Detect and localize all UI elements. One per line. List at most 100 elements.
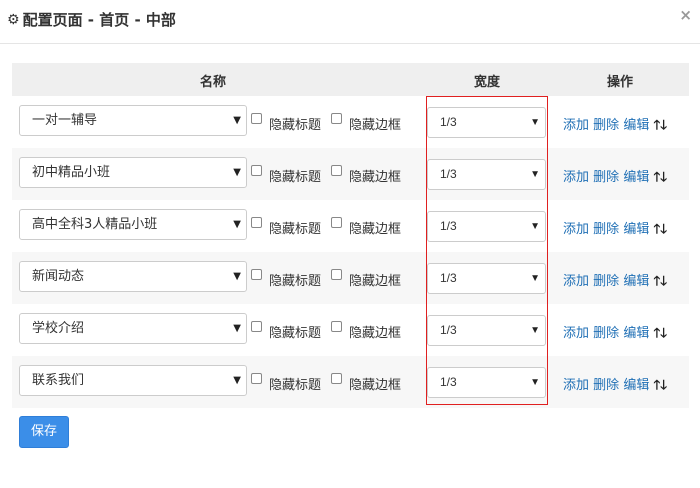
width-select-value: 1/3 bbox=[440, 271, 457, 285]
caret-down-icon: ▼ bbox=[530, 325, 540, 336]
edit-link[interactable]: 编辑 bbox=[623, 326, 649, 341]
hide-title-checkbox[interactable] bbox=[251, 269, 262, 280]
hide-title-checkbox[interactable] bbox=[251, 165, 262, 176]
hide-border-checkbox[interactable] bbox=[331, 321, 342, 332]
width-select[interactable]: 1/3 ▼ bbox=[427, 367, 546, 398]
modal-title: ⚙ 配置页面 - 首页 - 中部 bbox=[7, 9, 176, 30]
delete-link[interactable]: 删除 bbox=[593, 326, 619, 341]
caret-down-icon: ▼ bbox=[530, 377, 540, 388]
modal-title-text: 配置页面 - 首页 - 中部 bbox=[22, 11, 176, 29]
caret-down-icon: ▼ bbox=[233, 115, 241, 126]
hide-border-label: 隐藏边框 bbox=[349, 170, 402, 185]
arrow-down-icon[interactable]: 🡓 bbox=[660, 168, 667, 190]
caret-down-icon: ▼ bbox=[233, 219, 241, 230]
hide-border-checkbox[interactable] bbox=[331, 165, 342, 176]
arrow-up-icon[interactable]: 🡑 bbox=[653, 272, 660, 294]
edit-link[interactable]: 编辑 bbox=[623, 378, 649, 393]
width-select[interactable]: 1/3 ▼ bbox=[427, 159, 546, 190]
name-select[interactable]: 一对一辅导 ▼ bbox=[19, 105, 247, 136]
add-link[interactable]: 添加 bbox=[563, 326, 589, 341]
width-select-value: 1/3 bbox=[440, 219, 457, 233]
row-actions: 添加 删除 编辑 🡑🡓 bbox=[563, 270, 667, 294]
caret-down-icon: ▼ bbox=[530, 169, 540, 180]
add-link[interactable]: 添加 bbox=[563, 222, 589, 237]
row-actions: 添加 删除 编辑 🡑🡓 bbox=[563, 218, 667, 242]
name-select-value: 联系我们 bbox=[32, 373, 85, 388]
hide-border-label: 隐藏边框 bbox=[349, 378, 402, 393]
hide-title-label: 隐藏标题 bbox=[269, 378, 322, 393]
delete-link[interactable]: 删除 bbox=[593, 222, 619, 237]
arrow-down-icon[interactable]: 🡓 bbox=[660, 376, 667, 398]
name-select[interactable]: 学校介绍 ▼ bbox=[19, 313, 247, 344]
row-actions: 添加 删除 编辑 🡑🡓 bbox=[563, 114, 667, 138]
width-select[interactable]: 1/3 ▼ bbox=[427, 263, 546, 294]
hide-title-label: 隐藏标题 bbox=[269, 274, 322, 289]
caret-down-icon: ▼ bbox=[233, 323, 241, 334]
width-select[interactable]: 1/3 ▼ bbox=[427, 315, 546, 346]
name-select[interactable]: 高中全科3人精品小班 ▼ bbox=[19, 209, 247, 240]
arrow-up-icon[interactable]: 🡑 bbox=[653, 220, 660, 242]
name-select-value: 初中精品小班 bbox=[32, 165, 111, 180]
delete-link[interactable]: 删除 bbox=[593, 378, 619, 393]
hide-border-label: 隐藏边框 bbox=[349, 326, 402, 341]
row-actions: 添加 删除 编辑 🡑🡓 bbox=[563, 322, 667, 346]
hide-border-label: 隐藏边框 bbox=[349, 274, 402, 289]
hide-title-label: 隐藏标题 bbox=[269, 326, 322, 341]
arrow-up-icon[interactable]: 🡑 bbox=[653, 324, 660, 346]
add-link[interactable]: 添加 bbox=[563, 274, 589, 289]
delete-link[interactable]: 删除 bbox=[593, 274, 619, 289]
hide-border-checkbox[interactable] bbox=[331, 373, 342, 384]
add-link[interactable]: 添加 bbox=[563, 170, 589, 185]
row-actions: 添加 删除 编辑 🡑🡓 bbox=[563, 166, 667, 190]
hide-title-checkbox[interactable] bbox=[251, 321, 262, 332]
edit-link[interactable]: 编辑 bbox=[623, 274, 649, 289]
close-icon[interactable]: × bbox=[679, 6, 692, 24]
edit-link[interactable]: 编辑 bbox=[623, 118, 649, 133]
hide-border-label: 隐藏边框 bbox=[349, 222, 402, 237]
caret-down-icon: ▼ bbox=[233, 375, 241, 386]
caret-down-icon: ▼ bbox=[233, 271, 241, 282]
save-button[interactable]: 保存 bbox=[19, 416, 69, 448]
arrow-up-icon[interactable]: 🡑 bbox=[653, 168, 660, 190]
edit-link[interactable]: 编辑 bbox=[623, 222, 649, 237]
width-select-value: 1/3 bbox=[440, 167, 457, 181]
hide-title-checkbox[interactable] bbox=[251, 217, 262, 228]
name-select[interactable]: 初中精品小班 ▼ bbox=[19, 157, 247, 188]
add-link[interactable]: 添加 bbox=[563, 118, 589, 133]
hide-border-checkbox[interactable] bbox=[331, 217, 342, 228]
add-link[interactable]: 添加 bbox=[563, 378, 589, 393]
name-select-value: 一对一辅导 bbox=[32, 113, 98, 128]
arrow-down-icon[interactable]: 🡓 bbox=[660, 324, 667, 346]
name-select[interactable]: 新闻动态 ▼ bbox=[19, 261, 247, 292]
hide-title-label: 隐藏标题 bbox=[269, 170, 322, 185]
hide-title-checkbox[interactable] bbox=[251, 113, 262, 124]
delete-link[interactable]: 删除 bbox=[593, 118, 619, 133]
hide-title-label: 隐藏标题 bbox=[269, 118, 322, 133]
width-select[interactable]: 1/3 ▼ bbox=[427, 107, 546, 138]
edit-link[interactable]: 编辑 bbox=[623, 170, 649, 185]
hide-title-label: 隐藏标题 bbox=[269, 222, 322, 237]
width-select-value: 1/3 bbox=[440, 115, 457, 129]
name-select[interactable]: 联系我们 ▼ bbox=[19, 365, 247, 396]
delete-link[interactable]: 删除 bbox=[593, 170, 619, 185]
hide-border-checkbox[interactable] bbox=[331, 269, 342, 280]
arrow-up-icon[interactable]: 🡑 bbox=[653, 116, 660, 138]
width-select-value: 1/3 bbox=[440, 375, 457, 389]
arrow-up-icon[interactable]: 🡑 bbox=[653, 376, 660, 398]
caret-down-icon: ▼ bbox=[530, 117, 540, 128]
caret-down-icon: ▼ bbox=[530, 221, 540, 232]
name-select-value: 高中全科3人精品小班 bbox=[32, 217, 158, 232]
column-header-name: 名称 bbox=[199, 75, 226, 90]
caret-down-icon: ▼ bbox=[233, 167, 241, 178]
column-header-actions: 操作 bbox=[606, 75, 633, 90]
caret-down-icon: ▼ bbox=[530, 273, 540, 284]
width-select[interactable]: 1/3 ▼ bbox=[427, 211, 546, 242]
arrow-down-icon[interactable]: 🡓 bbox=[660, 220, 667, 242]
row-actions: 添加 删除 编辑 🡑🡓 bbox=[563, 374, 667, 398]
name-select-value: 学校介绍 bbox=[32, 321, 85, 336]
hide-border-checkbox[interactable] bbox=[331, 113, 342, 124]
hide-title-checkbox[interactable] bbox=[251, 373, 262, 384]
hide-border-label: 隐藏边框 bbox=[349, 118, 402, 133]
arrow-down-icon[interactable]: 🡓 bbox=[660, 272, 667, 294]
arrow-down-icon[interactable]: 🡓 bbox=[660, 116, 667, 138]
